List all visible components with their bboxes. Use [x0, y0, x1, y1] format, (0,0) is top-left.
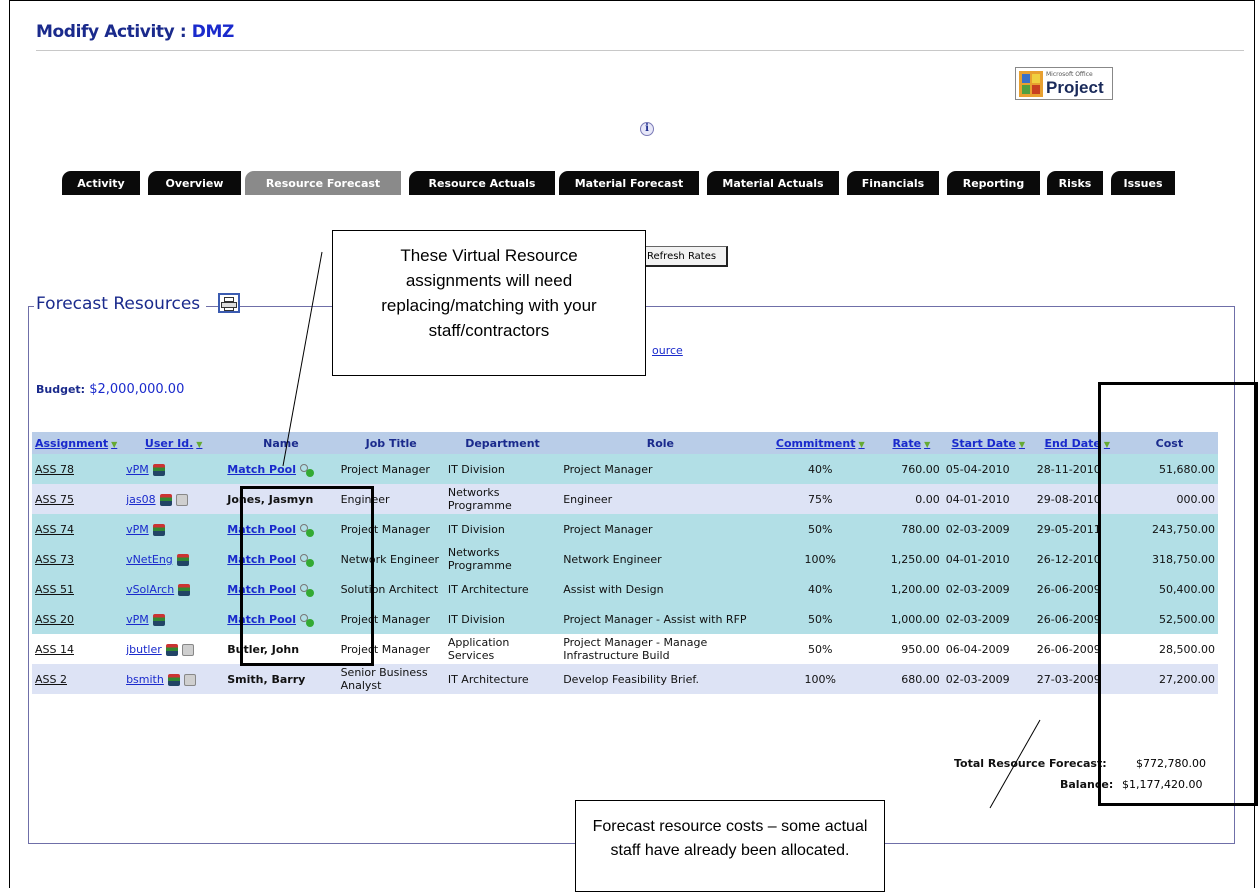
- forecast-cost-callout: Forecast resource costs – some actual st…: [575, 800, 885, 892]
- cost-column-highlight: [1098, 382, 1258, 806]
- annotation-lines: [282, 251, 1041, 809]
- virtual-resource-callout: These Virtual Resource assignments will …: [332, 230, 646, 376]
- forecast-callout-pointer: [989, 719, 1041, 809]
- virtual-callout-pointer: [282, 251, 323, 467]
- virtual-resource-highlight: [240, 486, 374, 666]
